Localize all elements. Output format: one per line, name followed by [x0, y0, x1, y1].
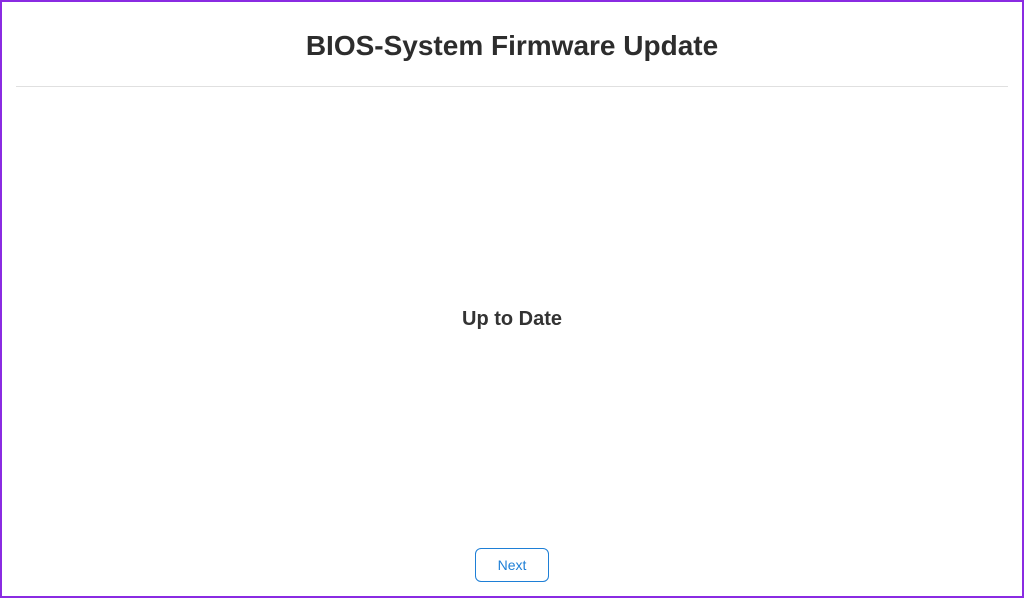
- next-button[interactable]: Next: [475, 548, 550, 582]
- divider: [16, 86, 1008, 87]
- page-title: BIOS-System Firmware Update: [22, 30, 1002, 62]
- status-message: Up to Date: [462, 308, 562, 331]
- header: BIOS-System Firmware Update: [2, 2, 1022, 86]
- footer: Next: [2, 548, 1022, 582]
- content-area: Up to Date: [2, 102, 1022, 536]
